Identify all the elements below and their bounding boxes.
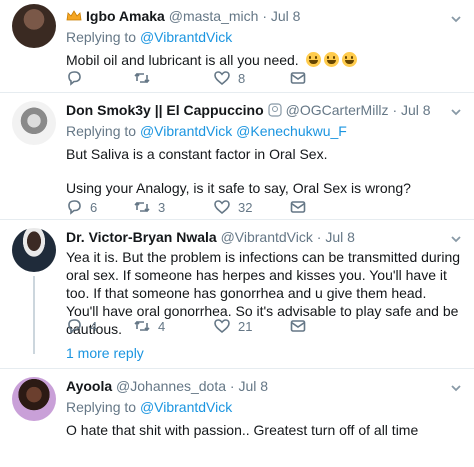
separator: · (392, 102, 398, 118)
handle[interactable]: @OGCarterMillz (286, 102, 389, 118)
chevron-down-icon[interactable] (450, 12, 462, 24)
retweet-icon (134, 201, 150, 213)
display-name[interactable]: Dr. Victor-Bryan Nwala (66, 229, 217, 245)
emoji-icon (323, 52, 339, 67)
dm-button[interactable] (290, 197, 306, 217)
replying-prefix: Replying to (66, 399, 140, 415)
like-icon (214, 319, 230, 334)
retweet-icon (134, 320, 150, 332)
retweet-count: 4 (158, 318, 166, 334)
display-name[interactable]: Igbo Amaka (86, 8, 165, 24)
emoji-icon (305, 52, 321, 67)
timestamp[interactable]: Jul 8 (271, 8, 301, 24)
like-count: 21 (238, 318, 253, 334)
emoji-icon (341, 52, 357, 67)
like-count: 8 (238, 70, 246, 86)
reply-icon (68, 319, 81, 334)
reply-icon (68, 200, 81, 215)
tweet-text: O hate that shit with passion.. Greatest… (66, 422, 419, 438)
tweet-text: But Saliva is a constant factor in Oral … (66, 146, 328, 162)
replying-prefix: Replying to (66, 123, 140, 139)
replying-to: Replying to @VibrantdVick (66, 27, 466, 47)
reply-button[interactable] (66, 68, 90, 88)
retweet-button[interactable]: 3 (134, 197, 165, 217)
mention-link-2[interactable]: @Kenechukwu_F (236, 123, 347, 139)
tweet-3[interactable]: Dr. Victor-Bryan Nwala @VibrantdVick · J… (0, 220, 474, 368)
reply-icon (68, 71, 81, 86)
mention-link[interactable]: @VibrantdVick (140, 399, 232, 415)
timestamp[interactable]: Jul 8 (325, 229, 355, 245)
thread-line (33, 276, 35, 354)
retweet-icon (134, 72, 150, 84)
like-icon (214, 200, 230, 215)
chevron-down-icon[interactable] (450, 105, 462, 117)
replying-to: Replying to @VibrantdVick @Kenechukwu_F (66, 121, 466, 141)
avatar[interactable] (12, 377, 56, 421)
tweet-1[interactable]: Igbo Amaka @masta_mich · Jul 8 Replying … (0, 0, 474, 93)
tweet-text-content: Mobil oil and lubricant is all you need. (66, 52, 299, 68)
like-button[interactable]: 8 (214, 68, 245, 88)
reply-button[interactable]: 4 (66, 316, 97, 336)
handle[interactable]: @VibrantdVick (221, 229, 313, 245)
mention-link[interactable]: @VibrantdVick (140, 29, 232, 45)
chevron-down-icon[interactable] (450, 232, 462, 244)
like-icon (214, 71, 230, 86)
tweet-4[interactable]: Ayoola @Johannes_dota · Jul 8 Replying t… (0, 369, 474, 467)
tweet-text: Mobil oil and lubricant is all you need. (66, 51, 466, 69)
timestamp[interactable]: Jul 8 (401, 102, 431, 118)
separator: · (262, 8, 267, 24)
retweet-button[interactable] (134, 68, 158, 88)
dm-button[interactable] (290, 68, 306, 88)
reply-count: 4 (90, 318, 98, 334)
handle[interactable]: @masta_mich (169, 8, 259, 24)
dm-button[interactable] (290, 316, 306, 336)
crown-icon (66, 10, 82, 21)
display-name[interactable]: Don Smok3y || El Cappuccino (66, 102, 264, 118)
mention-link[interactable]: @VibrantdVick (140, 123, 232, 139)
chevron-down-icon[interactable] (450, 381, 462, 393)
replying-prefix: Replying to (66, 29, 140, 45)
reply-button[interactable]: 6 (66, 197, 97, 217)
tweet-text-2: Using your Analogy, is it safe to say, O… (66, 180, 411, 196)
verified-badge-icon (268, 103, 282, 117)
more-replies-link[interactable]: 1 more reply (66, 345, 144, 361)
display-name[interactable]: Ayoola (66, 378, 112, 394)
handle[interactable]: @Johannes_dota (116, 378, 226, 394)
tweet-2[interactable]: Don Smok3y || El Cappuccino @OGCarterMill… (0, 93, 474, 220)
avatar[interactable] (12, 4, 56, 48)
dm-icon (290, 72, 306, 84)
like-button[interactable]: 21 (214, 316, 252, 336)
separator: · (316, 229, 322, 245)
avatar[interactable] (12, 228, 56, 272)
retweet-button[interactable]: 4 (134, 316, 165, 336)
reply-count: 6 (90, 199, 98, 215)
like-button[interactable]: 32 (214, 197, 252, 217)
dm-icon (290, 320, 306, 332)
retweet-count: 3 (158, 199, 166, 215)
dm-icon (290, 201, 306, 213)
timestamp[interactable]: Jul 8 (238, 378, 268, 394)
replying-to: Replying to @VibrantdVick (66, 397, 466, 417)
like-count: 32 (238, 199, 253, 215)
avatar[interactable] (12, 101, 56, 145)
separator: · (229, 378, 235, 394)
